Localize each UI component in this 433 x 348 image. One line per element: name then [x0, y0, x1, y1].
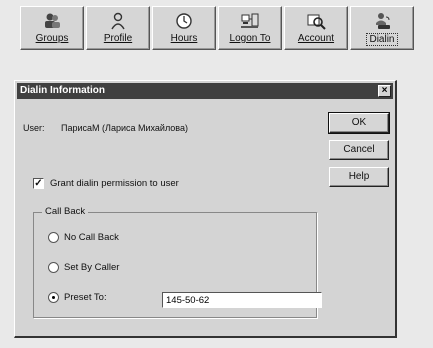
call-back-group-label: Call Back — [42, 206, 89, 217]
dialin-icon — [376, 13, 390, 29]
dialin-button-label: Dialin — [366, 33, 398, 46]
logon-to-button-label: Logon To — [229, 33, 271, 44]
dialog-title: Dialin Information — [20, 85, 105, 96]
user-row: User: ПарисаМ (Лариса Михайлова) — [23, 123, 188, 133]
clock-icon — [176, 13, 192, 29]
no-call-back-option[interactable]: No Call Back — [48, 232, 119, 243]
set-by-caller-radio[interactable] — [48, 262, 59, 273]
account-icon — [307, 14, 326, 30]
grant-dialin-checkbox[interactable]: ✓ — [33, 178, 44, 189]
dialog-titlebar[interactable]: Dialin Information × — [17, 83, 393, 99]
close-icon[interactable]: × — [378, 85, 391, 97]
groups-button[interactable]: Groups — [20, 6, 84, 50]
call-back-group: Call Back No Call Back Set By Caller Pre… — [33, 206, 322, 318]
user-properties-toolbar: Groups Profile Hours Logon To Account Di… — [20, 6, 416, 52]
cancel-button[interactable]: Cancel — [329, 140, 389, 160]
user-value: ПарисаМ (Лариса Михайлова) — [61, 123, 188, 133]
help-button[interactable]: Help — [329, 167, 389, 187]
profile-button[interactable]: Profile — [86, 6, 150, 50]
no-call-back-radio[interactable] — [48, 232, 59, 243]
dialin-button[interactable]: Dialin — [350, 6, 414, 50]
preset-number-field[interactable] — [162, 292, 322, 308]
dialin-information-dialog: Dialin Information × User: ПарисаМ (Лари… — [14, 80, 397, 338]
profile-button-label: Profile — [103, 33, 133, 44]
set-by-caller-label: Set By Caller — [64, 262, 120, 273]
user-label: User: — [23, 123, 45, 133]
hours-button[interactable]: Hours — [152, 6, 216, 50]
preset-to-option[interactable]: Preset To: — [48, 292, 107, 303]
groups-icon — [45, 13, 60, 28]
grant-dialin-label: Grant dialin permission to user — [50, 178, 179, 189]
grant-dialin-row[interactable]: ✓ Grant dialin permission to user — [33, 178, 179, 189]
preset-to-label: Preset To: — [64, 292, 107, 303]
account-button-label: Account — [297, 33, 335, 44]
set-by-caller-option[interactable]: Set By Caller — [48, 262, 119, 273]
logon-to-button[interactable]: Logon To — [218, 6, 282, 50]
account-button[interactable]: Account — [284, 6, 348, 50]
groups-button-label: Groups — [35, 33, 69, 44]
profile-icon — [111, 12, 125, 30]
ok-button[interactable]: OK — [328, 112, 390, 134]
logon-icon — [241, 13, 259, 28]
preset-to-radio[interactable] — [48, 292, 59, 303]
no-call-back-label: No Call Back — [64, 232, 119, 243]
hours-button-label: Hours — [170, 33, 198, 44]
